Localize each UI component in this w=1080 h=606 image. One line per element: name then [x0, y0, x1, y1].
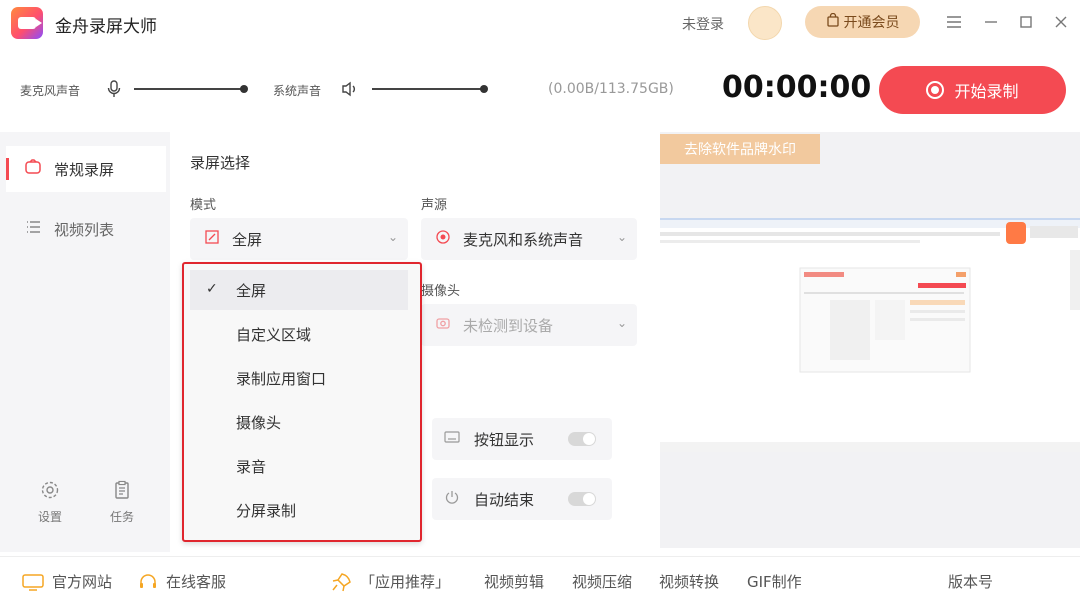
mode-dropdown-menu: ✓ 全屏 自定义区域 录制应用窗口 摄像头 录音 分屏录制 [182, 262, 422, 542]
headset-icon [140, 573, 156, 588]
dropdown-option-label: 自定义区域 [236, 325, 312, 344]
auto-end-toggle[interactable] [568, 492, 596, 506]
version-info: 版本号 [948, 571, 993, 592]
official-website-link[interactable]: 官方网站 [22, 571, 112, 592]
mic-slider-handle[interactable] [240, 85, 248, 93]
button-display-label: 按钮显示 [474, 430, 535, 449]
avatar[interactable] [748, 6, 782, 40]
tasks-nav[interactable]: 任务 [97, 480, 147, 525]
official-website-label: 官方网站 [52, 573, 113, 591]
sidebar-item-label: 视频列表 [54, 220, 115, 239]
keyboard-icon [444, 430, 460, 448]
sidebar-item-label: 常规录屏 [54, 160, 115, 179]
audio-toolbar: 麦克风声音 系统声音 (0.00B/113.75GB) 00:00:00 开始录… [0, 60, 1080, 120]
dropdown-option-app-window[interactable]: 录制应用窗口 [190, 358, 408, 398]
list-icon [24, 218, 42, 240]
dropdown-option-label: 摄像头 [236, 413, 282, 432]
online-support-label: 在线客服 [166, 573, 227, 591]
check-icon: ✓ [206, 281, 218, 297]
dropdown-option-label: 全屏 [236, 281, 267, 300]
gear-icon [41, 481, 59, 499]
dropdown-option-label: 分屏录制 [236, 501, 297, 520]
bag-icon [826, 12, 840, 31]
app-recommend-label: 「应用推荐」 [360, 573, 451, 591]
mode-value: 全屏 [232, 230, 263, 249]
audio-source-value: 麦克风和系统声音 [463, 230, 584, 249]
button-display-row: 按钮显示 [432, 418, 612, 460]
audio-source-label: 声源 [421, 198, 448, 213]
video-edit-label: 视频剪辑 [484, 573, 545, 591]
app-recommend-link[interactable]: 「应用推荐」 [330, 571, 450, 592]
audio-source-select[interactable]: 麦克风和系统声音 ⌄ [421, 218, 637, 260]
record-mode-icon [24, 158, 42, 180]
power-icon [444, 489, 460, 509]
vip-button[interactable]: 开通会员 [805, 6, 920, 38]
system-slider-handle[interactable] [480, 85, 488, 93]
dropdown-option-split-screen[interactable]: 分屏录制 [190, 490, 408, 530]
camera-value: 未检测到设备 [463, 316, 554, 335]
preview-thumbnail-image [660, 220, 1080, 452]
system-volume-label: 系统声音 [273, 84, 322, 98]
maximize-icon[interactable] [1015, 11, 1037, 33]
video-convert-label: 视频转换 [659, 573, 720, 591]
dropdown-option-custom-area[interactable]: 自定义区域 [190, 314, 408, 354]
start-recording-button[interactable]: 开始录制 [879, 66, 1066, 114]
mic-volume-label: 麦克风声音 [20, 84, 81, 98]
camera-icon [435, 315, 451, 335]
app-logo-icon [11, 7, 43, 39]
auto-end-label: 自动结束 [474, 490, 535, 509]
video-edit-link[interactable]: 视频剪辑 [484, 571, 544, 592]
app-title: 金舟录屏大师 [55, 17, 157, 37]
footer-bar: 官方网站 在线客服 「应用推荐」 视频剪辑 视频压缩 视频转换 GIF制作 版本… [0, 556, 1080, 606]
sidebar-item-regular-record[interactable]: 常规录屏 [6, 146, 166, 192]
video-convert-link[interactable]: 视频转换 [659, 571, 719, 592]
crop-icon [204, 229, 220, 249]
minimize-icon[interactable] [980, 11, 1002, 33]
microphone-icon[interactable] [105, 79, 123, 99]
auto-end-row: 自动结束 [432, 478, 612, 520]
mode-select[interactable]: 全屏 ⌄ [190, 218, 408, 260]
gif-make-label: GIF制作 [747, 573, 802, 591]
rocket-icon [332, 572, 351, 591]
sidebar-item-video-list[interactable]: 视频列表 [6, 206, 166, 252]
vip-label: 开通会员 [843, 15, 900, 31]
record-timer: 00:00:00 [722, 70, 872, 105]
section-title: 录屏选择 [190, 154, 251, 172]
chevron-down-icon: ⌄ [387, 230, 398, 244]
system-volume-slider[interactable] [372, 85, 488, 93]
chevron-down-icon: ⌄ [616, 316, 627, 330]
gif-make-link[interactable]: GIF制作 [747, 571, 802, 592]
source-icon [435, 229, 451, 249]
version-label: 版本号 [948, 573, 994, 591]
dropdown-option-camera[interactable]: 摄像头 [190, 402, 408, 442]
speaker-icon[interactable] [341, 79, 359, 99]
mode-label: 模式 [190, 198, 217, 213]
title-bar: 金舟录屏大师 未登录 开通会员 [0, 0, 1080, 46]
menu-icon[interactable] [943, 11, 965, 33]
chevron-down-icon: ⌄ [616, 230, 627, 244]
dropdown-option-label: 录音 [236, 457, 267, 476]
video-compress-link[interactable]: 视频压缩 [572, 571, 632, 592]
monitor-icon [22, 573, 44, 591]
dropdown-option-fullscreen[interactable]: ✓ 全屏 [190, 270, 408, 310]
start-recording-label: 开始录制 [954, 82, 1019, 101]
preview-screenshot [660, 218, 1080, 452]
settings-label: 设置 [37, 510, 62, 524]
close-icon[interactable] [1050, 11, 1072, 33]
camera-label: 摄像头 [421, 284, 461, 299]
record-icon [926, 81, 945, 99]
online-support-link[interactable]: 在线客服 [138, 571, 226, 592]
login-link[interactable]: 未登录 [682, 14, 724, 34]
storage-usage: (0.00B/113.75GB) [548, 81, 674, 97]
button-display-toggle[interactable] [568, 432, 596, 446]
mic-volume-slider[interactable] [134, 85, 248, 93]
remove-watermark-button[interactable]: 去除软件品牌水印 [660, 134, 820, 164]
clipboard-icon [115, 480, 129, 499]
video-compress-label: 视频压缩 [572, 573, 633, 591]
camera-select[interactable]: 未检测到设备 ⌄ [421, 304, 637, 346]
settings-nav[interactable]: 设置 [25, 480, 75, 525]
dropdown-option-label: 录制应用窗口 [236, 369, 327, 388]
tasks-label: 任务 [109, 510, 134, 524]
dropdown-option-audio[interactable]: 录音 [190, 446, 408, 486]
